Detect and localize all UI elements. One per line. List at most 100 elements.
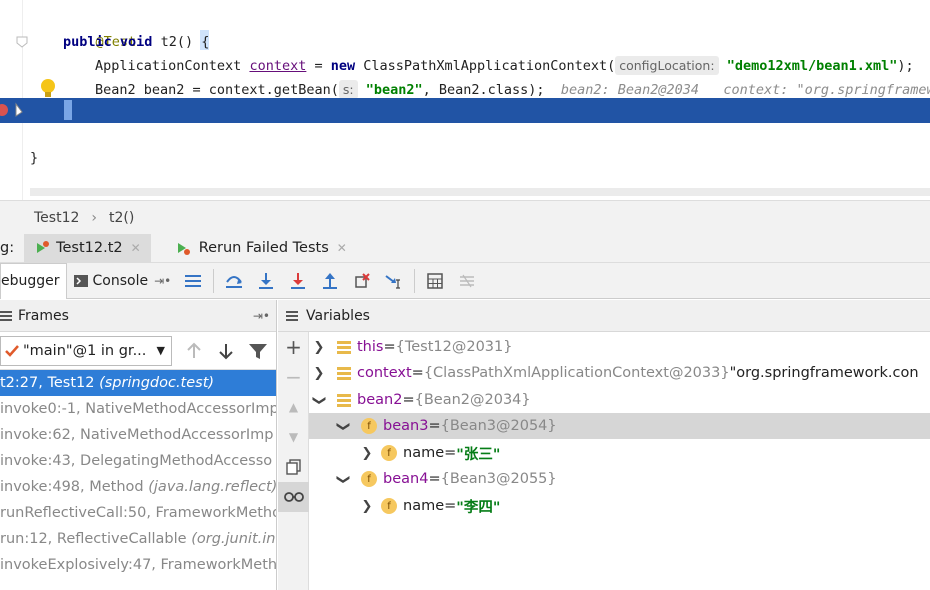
chevron-right-icon: › — [91, 209, 97, 226]
frame-method: invoke:43, DelegatingMethodAccesso — [0, 453, 273, 469]
frame-item[interactable]: run:12, ReflectiveCallable (org.junit.in… — [0, 526, 276, 552]
frame-item[interactable]: invokeExplosively:47, FrameworkMeth — [0, 552, 276, 578]
chevron-down-icon[interactable]: ❯ — [336, 471, 351, 487]
frame-method: invokeExplosively:47, FrameworkMeth — [0, 557, 276, 573]
keyword-public: public — [63, 34, 112, 50]
variables-title: Variables — [306, 307, 370, 324]
code-line-1: @Test — [63, 6, 137, 50]
frame-package: (springdoc.test) — [99, 375, 215, 391]
remove-watch-button[interactable]: − — [278, 362, 309, 392]
editor-horizontal-scrollbar[interactable] — [30, 188, 930, 196]
variable-name: name — [403, 498, 445, 514]
layout-menu-button[interactable] — [177, 263, 209, 299]
chevron-right-icon[interactable]: ❯ — [311, 340, 327, 355]
breadcrumb: Test12 › t2() — [0, 200, 930, 234]
pin-icon[interactable]: ⇥• — [253, 309, 270, 323]
code-editor[interactable]: @Test public void t2() { ApplicationCont… — [0, 0, 930, 200]
check-icon — [5, 344, 19, 357]
variable-value: "张三" — [456, 446, 501, 463]
chevron-down-icon[interactable]: ❯ — [312, 392, 327, 408]
arrow-up-icon[interactable] — [184, 342, 204, 360]
arrow-down-icon[interactable] — [216, 342, 236, 360]
local-variable-icon — [337, 341, 351, 354]
variable-name: context — [357, 365, 412, 381]
test-config-icon — [37, 241, 50, 253]
trace-stream-button[interactable] — [451, 263, 483, 299]
keyword-new: new — [330, 58, 356, 74]
toolbar-separator — [414, 268, 416, 293]
breakpoint-icon[interactable] — [0, 100, 30, 120]
close-icon[interactable]: ✕ — [337, 241, 347, 255]
triangle-down-icon: ▼ — [288, 430, 299, 444]
tab-rerun-failed-tests[interactable]: Rerun Failed Tests ✕ — [165, 234, 357, 263]
add-watch-button[interactable]: + — [278, 332, 309, 362]
drop-frame-button[interactable] — [346, 263, 378, 299]
chevron-down-icon[interactable]: ❯ — [336, 418, 351, 434]
debugger-tab[interactable]: ebugger — [0, 262, 67, 299]
step-out-button[interactable] — [314, 263, 346, 299]
chevron-right-icon[interactable]: ❯ — [359, 446, 375, 461]
variable-row-bean3[interactable]: ❯ f bean3 = {Bean3@2054} — [309, 413, 930, 439]
console-label: Console — [92, 272, 149, 289]
variable-row-bean3-name[interactable]: ❯ f name = "张三" — [309, 440, 930, 466]
frame-item[interactable]: t2:27, Test12 (springdoc.test) — [0, 370, 276, 396]
frame-item[interactable]: invoke0:-1, NativeMethodAccessorImp — [0, 396, 276, 422]
code-line-3: ApplicationContext context = new ClassPa… — [95, 54, 914, 78]
frame-item[interactable]: invoke:43, DelegatingMethodAccesso — [0, 448, 276, 474]
equals-sign: = — [428, 418, 441, 434]
code-line-2: public void t2() { — [63, 30, 209, 54]
equals-sign: = — [402, 392, 415, 408]
frame-item[interactable]: invoke:62, NativeMethodAccessorImp — [0, 422, 276, 448]
frame-item[interactable]: runReflectiveCall:50, FrameworkMetho — [0, 500, 276, 526]
frame-package: (java.lang.reflect) — [148, 479, 276, 495]
calculator-icon — [427, 272, 443, 289]
lightbulb-icon[interactable] — [40, 78, 56, 100]
run-to-cursor-button[interactable] — [378, 263, 410, 299]
local-variable-icon — [337, 394, 351, 407]
variable-value: "李四" — [456, 499, 501, 516]
variable-row-bean4[interactable]: ❯ f bean4 = {Bean3@2055} — [309, 466, 930, 492]
tab-test12-t2[interactable]: Test12.t2 ✕ — [24, 233, 151, 263]
console-tab[interactable]: Console ⇥• — [67, 263, 178, 299]
debugger-label: ebugger — [1, 273, 60, 289]
show-watches-button[interactable] — [278, 482, 309, 512]
fold-icon[interactable] — [15, 35, 29, 49]
step-over-button[interactable] — [218, 263, 250, 299]
rerun-test-icon — [177, 243, 190, 255]
breadcrumb-method[interactable]: t2() — [109, 210, 134, 226]
breadcrumb-class[interactable]: Test12 — [34, 210, 79, 226]
filter-icon[interactable] — [248, 342, 268, 360]
equals-sign: = — [383, 339, 396, 355]
string-literal: "bean2" — [365, 82, 423, 98]
variable-row-bean2[interactable]: ❯ bean2 = {Bean2@2034} — [309, 387, 930, 413]
glasses-icon — [283, 492, 304, 502]
local-variable-icon — [337, 367, 351, 380]
getbean-call: Bean2 bean2 = context.getBean( — [95, 82, 339, 98]
thread-dropdown[interactable]: "main"@1 in gr... ▼ — [0, 335, 172, 366]
variable-object: {Bean2@2034} — [414, 392, 531, 408]
context-variable[interactable]: context — [249, 58, 306, 74]
variable-row-this[interactable]: ❯ this = {Test12@2031} — [309, 334, 930, 360]
variable-row-bean4-name[interactable]: ❯ f name = "李四" — [309, 493, 930, 519]
move-up-button[interactable]: ▲ — [278, 392, 309, 422]
step-into-button[interactable] — [250, 263, 282, 299]
param-hint: configLocation: — [615, 56, 719, 75]
chevron-right-icon[interactable]: ❯ — [311, 366, 327, 381]
variable-row-context[interactable]: ❯ context = {ClassPathXmlApplicationCont… — [309, 360, 930, 386]
move-down-button[interactable]: ▼ — [278, 422, 309, 452]
open-brace: { — [201, 34, 210, 50]
step-out-icon — [323, 272, 338, 289]
copy-button[interactable] — [278, 452, 309, 482]
frames-title: Frames — [18, 307, 69, 324]
variable-object: {ClassPathXmlApplicationContext@2033} — [423, 365, 730, 381]
frame-item[interactable]: invoke:498, Method (java.lang.reflect) — [0, 474, 276, 500]
evaluate-expression-button[interactable] — [419, 263, 451, 299]
force-step-into-button[interactable] — [282, 263, 314, 299]
caret-highlight — [64, 100, 72, 120]
step-into-icon — [259, 272, 274, 289]
close-icon[interactable]: ✕ — [131, 241, 141, 255]
field-icon: f — [361, 471, 377, 487]
variables-panel: Variables + − ▲ ▼ ❯ this = {Test12@2031}… — [278, 300, 930, 590]
pin-icon[interactable]: ⇥• — [154, 274, 171, 288]
chevron-right-icon[interactable]: ❯ — [359, 499, 375, 514]
